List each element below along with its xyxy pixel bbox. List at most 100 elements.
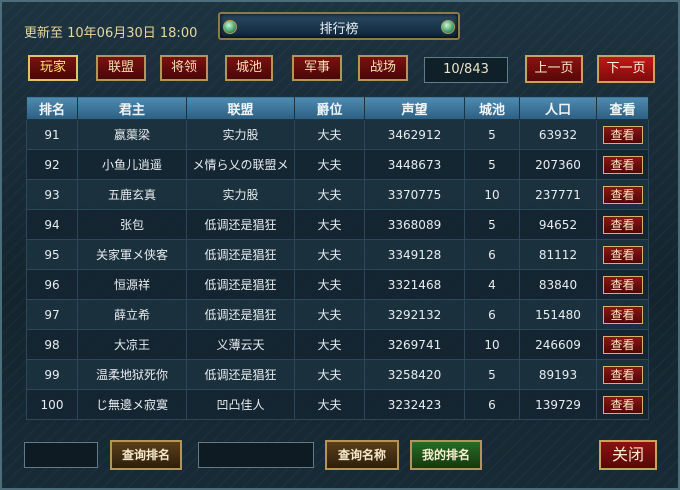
- tab-general[interactable]: 将领: [160, 55, 208, 81]
- population-cell: 89193: [519, 359, 597, 390]
- alliance-cell: 低调还是猖狂: [186, 299, 295, 330]
- view-cell: 查看: [596, 329, 649, 360]
- fame-cell: 3292132: [364, 299, 465, 330]
- lord-cell: 嬴蕖梁: [77, 119, 187, 150]
- rank-cell: 95: [26, 239, 78, 270]
- window-title: 排行榜: [319, 22, 359, 37]
- fame-cell: 3368089: [364, 209, 465, 240]
- table-row: 97 薛立希 低调还是猖狂 大夫 3292132 6 151480 查看: [26, 299, 649, 330]
- cities-cell: 10: [464, 179, 520, 210]
- close-button[interactable]: 关闭: [599, 440, 657, 470]
- next-page-button[interactable]: 下一页: [597, 55, 655, 83]
- title-cell: 大夫: [294, 239, 365, 270]
- view-button[interactable]: 查看: [602, 365, 643, 384]
- title-cell: 大夫: [294, 299, 365, 330]
- rank-cell: 100: [26, 389, 78, 420]
- column-header-population[interactable]: 人口: [519, 96, 597, 120]
- column-header-alliance[interactable]: 联盟: [186, 96, 295, 120]
- population-cell: 237771: [519, 179, 597, 210]
- view-cell: 查看: [596, 359, 649, 390]
- fame-cell: 3232423: [364, 389, 465, 420]
- update-time-text: 更新至 10年06月30日 18:00: [24, 26, 198, 41]
- view-button[interactable]: 查看: [602, 275, 643, 294]
- population-cell: 246609: [519, 329, 597, 360]
- lord-cell: 薛立希: [77, 299, 187, 330]
- title-cell: 大夫: [294, 119, 365, 150]
- prev-page-button[interactable]: 上一页: [525, 55, 583, 83]
- rank-cell: 97: [26, 299, 78, 330]
- page-indicator: 10/843: [424, 57, 508, 83]
- title-bar: 排行榜: [218, 12, 460, 40]
- lord-cell: 关家軍メ侠客: [77, 239, 187, 270]
- table-row: 100 じ無邊メ寂寞 凹凸佳人 大夫 3232423 6 139729 查看: [26, 389, 649, 420]
- tab-alliance[interactable]: 联盟: [96, 55, 146, 81]
- tab-battlefield[interactable]: 战场: [358, 55, 408, 81]
- view-cell: 查看: [596, 239, 649, 270]
- table-row: 92 小鱼儿逍遥 メ情ら乂の联盟メ 大夫 3448673 5 207360 查看: [26, 149, 649, 180]
- column-header-lord[interactable]: 君主: [77, 96, 187, 120]
- ranking-window: 更新至 10年06月30日 18:00 排行榜 玩家 联盟 将领 城池 军事 战…: [0, 0, 680, 490]
- tab-city[interactable]: 城池: [225, 55, 273, 81]
- table-row: 91 嬴蕖梁 实力股 大夫 3462912 5 63932 查看: [26, 119, 649, 150]
- rank-search-input[interactable]: [24, 442, 98, 468]
- lord-cell: 张包: [77, 209, 187, 240]
- fame-cell: 3462912: [364, 119, 465, 150]
- lord-cell: 五鹿玄真: [77, 179, 187, 210]
- view-cell: 查看: [596, 209, 649, 240]
- alliance-cell: メ情ら乂の联盟メ: [186, 149, 295, 180]
- view-button[interactable]: 查看: [602, 215, 643, 234]
- rank-cell: 92: [26, 149, 78, 180]
- view-cell: 查看: [596, 269, 649, 300]
- view-button[interactable]: 查看: [602, 185, 643, 204]
- rank-cell: 93: [26, 179, 78, 210]
- fame-cell: 3349128: [364, 239, 465, 270]
- population-cell: 63932: [519, 119, 597, 150]
- population-cell: 94652: [519, 209, 597, 240]
- rank-cell: 98: [26, 329, 78, 360]
- title-cell: 大夫: [294, 209, 365, 240]
- view-cell: 查看: [596, 389, 649, 420]
- view-cell: 查看: [596, 299, 649, 330]
- title-cell: 大夫: [294, 149, 365, 180]
- table-row: 99 温柔地狱死你 低调还是猖狂 大夫 3258420 5 89193 查看: [26, 359, 649, 390]
- alliance-cell: 低调还是猖狂: [186, 359, 295, 390]
- table-header-row: 排名 君主 联盟 爵位 声望 城池 人口 查看: [26, 96, 649, 120]
- query-rank-button[interactable]: 查询排名: [110, 440, 182, 470]
- rank-cell: 91: [26, 119, 78, 150]
- cities-cell: 6: [464, 389, 520, 420]
- tab-military[interactable]: 军事: [292, 55, 342, 81]
- column-header-rank[interactable]: 排名: [26, 96, 78, 120]
- view-button[interactable]: 查看: [602, 335, 643, 354]
- view-cell: 查看: [596, 179, 649, 210]
- view-button[interactable]: 查看: [602, 155, 643, 174]
- population-cell: 139729: [519, 389, 597, 420]
- column-header-cities[interactable]: 城池: [464, 96, 520, 120]
- my-rank-button[interactable]: 我的排名: [410, 440, 482, 470]
- column-header-fame[interactable]: 声望: [364, 96, 465, 120]
- title-cell: 大夫: [294, 179, 365, 210]
- title-cell: 大夫: [294, 329, 365, 360]
- cities-cell: 5: [464, 209, 520, 240]
- view-button[interactable]: 查看: [602, 125, 643, 144]
- population-cell: 207360: [519, 149, 597, 180]
- fame-cell: 3370775: [364, 179, 465, 210]
- cities-cell: 5: [464, 119, 520, 150]
- table-row: 96 恒源祥 低调还是猖狂 大夫 3321468 4 83840 查看: [26, 269, 649, 300]
- view-button[interactable]: 查看: [602, 305, 643, 324]
- ranking-table: 排名 君主 联盟 爵位 声望 城池 人口 查看 91 嬴蕖梁 实力股 大夫 34…: [26, 96, 649, 420]
- fame-cell: 3321468: [364, 269, 465, 300]
- alliance-cell: 凹凸佳人: [186, 389, 295, 420]
- population-cell: 81112: [519, 239, 597, 270]
- fame-cell: 3448673: [364, 149, 465, 180]
- view-cell: 查看: [596, 119, 649, 150]
- query-name-button[interactable]: 查询名称: [325, 440, 399, 470]
- name-search-input[interactable]: [198, 442, 314, 468]
- fame-cell: 3258420: [364, 359, 465, 390]
- rank-cell: 94: [26, 209, 78, 240]
- view-button[interactable]: 查看: [602, 245, 643, 264]
- column-header-title[interactable]: 爵位: [294, 96, 365, 120]
- view-button[interactable]: 查看: [602, 395, 643, 414]
- tab-player[interactable]: 玩家: [28, 55, 78, 81]
- alliance-cell: 实力股: [186, 119, 295, 150]
- cities-cell: 6: [464, 299, 520, 330]
